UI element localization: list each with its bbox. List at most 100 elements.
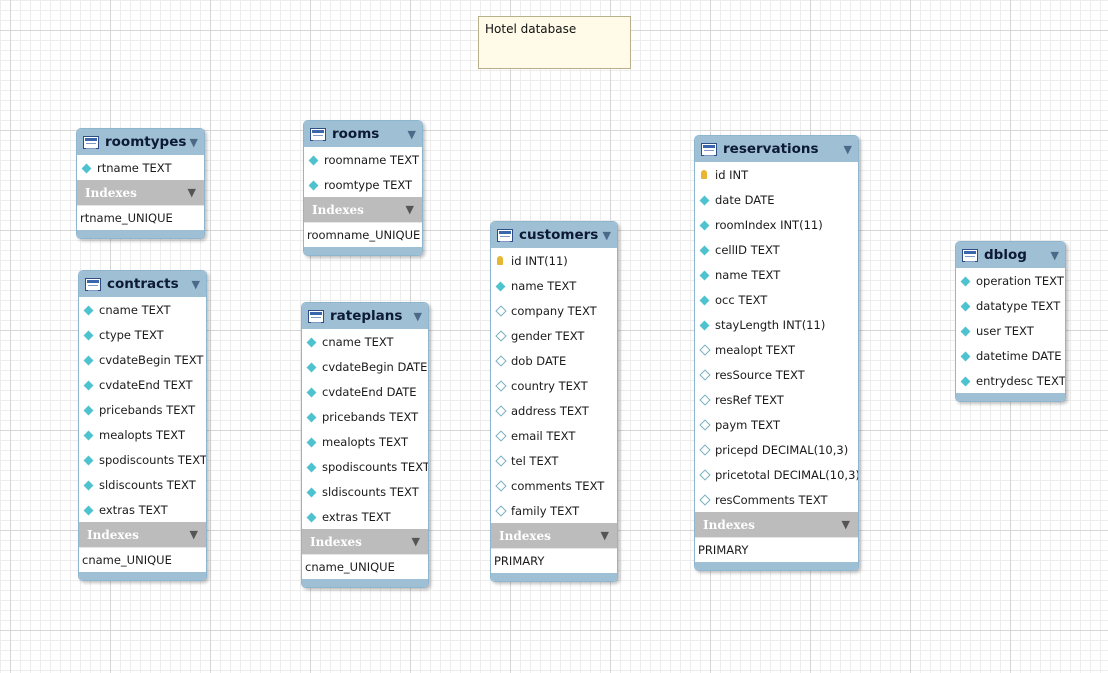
column-row[interactable]: id INT xyxy=(695,162,858,187)
column-row[interactable]: resRef TEXT xyxy=(695,387,858,412)
column-row[interactable]: cvdateBegin TEXT xyxy=(79,347,206,372)
column-row[interactable]: cname TEXT xyxy=(79,297,206,322)
column-row[interactable]: pricepd DECIMAL(10,3) xyxy=(695,437,858,462)
column-row[interactable]: sldiscounts TEXT xyxy=(302,479,428,504)
chevron-down-icon[interactable]: ▼ xyxy=(188,186,196,199)
column-row[interactable]: dob DATE xyxy=(491,348,617,373)
table-header[interactable]: roomtypes ▼ xyxy=(77,129,204,155)
column-row[interactable]: resComments TEXT xyxy=(695,487,858,512)
indexes-header[interactable]: Indexes ▼ xyxy=(695,512,858,537)
column-row[interactable]: pricetotal DECIMAL(10,3) xyxy=(695,462,858,487)
column-row[interactable]: roomname TEXT xyxy=(304,147,422,172)
chevron-down-icon[interactable]: ▼ xyxy=(1051,249,1059,262)
column-label: cvdateBegin DATE xyxy=(322,359,428,374)
column-row[interactable]: roomtype TEXT xyxy=(304,172,422,197)
table-customers[interactable]: customers ▼ id INT(11) name TEXT company TEX… xyxy=(490,221,618,582)
chevron-down-icon[interactable]: ▼ xyxy=(414,310,422,323)
table-reservations[interactable]: reservations ▼ id INT date DATE roomIndex IN… xyxy=(694,135,859,571)
table-header[interactable]: contracts ▼ xyxy=(79,271,206,297)
column-row[interactable]: company TEXT xyxy=(491,298,617,323)
chevron-down-icon[interactable]: ▼ xyxy=(601,529,609,542)
column-row[interactable]: rtname TEXT xyxy=(77,155,204,180)
table-roomtypes[interactable]: roomtypes ▼ rtname TEXT Indexes ▼ rtname_UNIQ… xyxy=(76,128,205,239)
indexes-header[interactable]: Indexes ▼ xyxy=(79,522,206,547)
index-row[interactable]: cname_UNIQUE xyxy=(302,554,428,579)
indexes-header[interactable]: Indexes ▼ xyxy=(304,197,422,222)
column-row[interactable]: comments TEXT xyxy=(491,473,617,498)
indexes-header[interactable]: Indexes ▼ xyxy=(77,180,204,205)
table-name: customers xyxy=(519,227,599,243)
column-row[interactable]: id INT(11) xyxy=(491,248,617,273)
not-null-column-icon xyxy=(83,403,97,417)
column-row[interactable]: datetime DATE xyxy=(956,343,1065,368)
column-row[interactable]: operation TEXT xyxy=(956,268,1065,293)
chevron-down-icon[interactable]: ▼ xyxy=(412,535,420,548)
indexes-header[interactable]: Indexes ▼ xyxy=(302,529,428,554)
column-row[interactable]: gender TEXT xyxy=(491,323,617,348)
column-row[interactable]: stayLength INT(11) xyxy=(695,312,858,337)
table-header[interactable]: rateplans ▼ xyxy=(302,303,428,329)
index-row[interactable]: roomname_UNIQUE xyxy=(304,222,422,247)
column-row[interactable]: extras TEXT xyxy=(79,497,206,522)
chevron-down-icon[interactable]: ▼ xyxy=(190,136,198,149)
column-row[interactable]: cvdateEnd DATE xyxy=(302,379,428,404)
column-row[interactable]: cvdateBegin DATE xyxy=(302,354,428,379)
table-header[interactable]: reservations ▼ xyxy=(695,136,858,162)
index-row[interactable]: PRIMARY xyxy=(695,537,858,562)
chevron-down-icon[interactable]: ▼ xyxy=(192,278,200,291)
column-row[interactable]: roomIndex INT(11) xyxy=(695,212,858,237)
chevron-down-icon[interactable]: ▼ xyxy=(842,518,850,531)
chevron-down-icon[interactable]: ▼ xyxy=(406,203,414,216)
note-hotel-database[interactable]: Hotel database xyxy=(478,16,631,69)
indexes-header[interactable]: Indexes ▼ xyxy=(491,523,617,548)
column-row[interactable]: tel TEXT xyxy=(491,448,617,473)
column-row[interactable]: family TEXT xyxy=(491,498,617,523)
column-row[interactable]: cname TEXT xyxy=(302,329,428,354)
index-row[interactable]: cname_UNIQUE xyxy=(79,547,206,572)
chevron-down-icon[interactable]: ▼ xyxy=(190,528,198,541)
chevron-down-icon[interactable]: ▼ xyxy=(408,128,416,141)
column-row[interactable]: cellID TEXT xyxy=(695,237,858,262)
column-row[interactable]: entrydesc TEXT xyxy=(956,368,1065,393)
chevron-down-icon[interactable]: ▼ xyxy=(844,143,852,156)
table-header[interactable]: dblog ▼ xyxy=(956,242,1065,268)
table-icon xyxy=(497,228,513,242)
table-contracts[interactable]: contracts ▼ cname TEXT ctype TEXT cvdateBegi… xyxy=(78,270,207,581)
column-row[interactable]: date DATE xyxy=(695,187,858,212)
table-dblog[interactable]: dblog ▼ operation TEXT datatype TEXT user TE… xyxy=(955,241,1066,402)
table-footer xyxy=(79,572,206,580)
column-row[interactable]: name TEXT xyxy=(695,262,858,287)
column-row[interactable]: country TEXT xyxy=(491,373,617,398)
column-row[interactable]: resSource TEXT xyxy=(695,362,858,387)
table-header[interactable]: rooms ▼ xyxy=(304,121,422,147)
column-row[interactable]: datatype TEXT xyxy=(956,293,1065,318)
table-icon xyxy=(701,142,717,156)
column-row[interactable]: mealopts TEXT xyxy=(79,422,206,447)
column-row[interactable]: paym TEXT xyxy=(695,412,858,437)
table-rateplans[interactable]: rateplans ▼ cname TEXT cvdateBegin DATE cvda… xyxy=(301,302,429,588)
column-row[interactable]: address TEXT xyxy=(491,398,617,423)
column-label: extras TEXT xyxy=(322,509,391,524)
column-row[interactable]: user TEXT xyxy=(956,318,1065,343)
column-row[interactable]: pricebands TEXT xyxy=(302,404,428,429)
column-row[interactable]: pricebands TEXT xyxy=(79,397,206,422)
column-row[interactable]: spodiscounts TEXT xyxy=(79,447,206,472)
index-row[interactable]: PRIMARY xyxy=(491,548,617,573)
column-row[interactable]: extras TEXT xyxy=(302,504,428,529)
table-header[interactable]: customers ▼ xyxy=(491,222,617,248)
column-row[interactable]: cvdateEnd TEXT xyxy=(79,372,206,397)
index-row[interactable]: rtname_UNIQUE xyxy=(77,205,204,230)
column-row[interactable]: occ TEXT xyxy=(695,287,858,312)
column-row[interactable]: name TEXT xyxy=(491,273,617,298)
column-row[interactable]: email TEXT xyxy=(491,423,617,448)
nullable-column-icon xyxy=(699,393,713,407)
chevron-down-icon[interactable]: ▼ xyxy=(603,229,611,242)
column-row[interactable]: ctype TEXT xyxy=(79,322,206,347)
column-row[interactable]: mealopt TEXT xyxy=(695,337,858,362)
column-row[interactable]: spodiscounts TEXT xyxy=(302,454,428,479)
table-rooms[interactable]: rooms ▼ roomname TEXT roomtype TEXT Indexes ▼… xyxy=(303,120,423,256)
column-row[interactable]: mealopts TEXT xyxy=(302,429,428,454)
not-null-column-icon xyxy=(83,478,97,492)
column-row[interactable]: sldiscounts TEXT xyxy=(79,472,206,497)
column-label: sldiscounts TEXT xyxy=(322,484,419,499)
